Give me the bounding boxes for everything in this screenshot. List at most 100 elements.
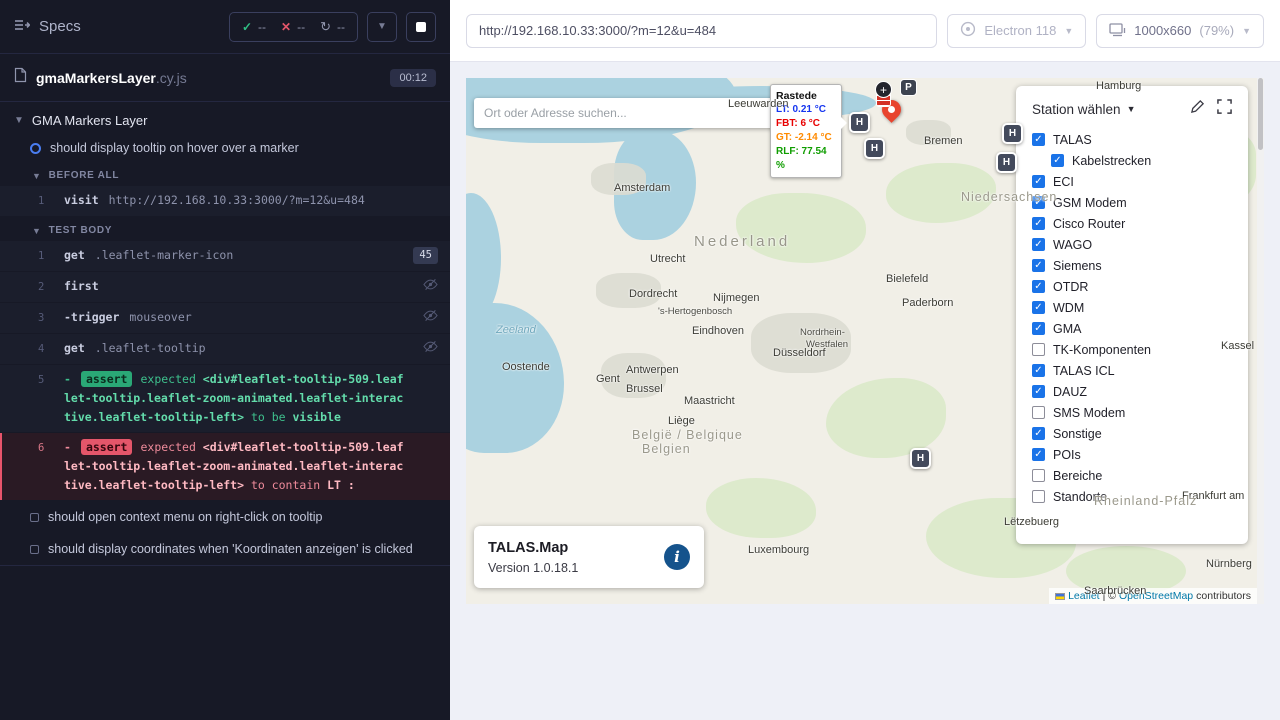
active-test-row[interactable]: should display tooltip on hover over a m… xyxy=(0,135,450,162)
spec-file-icon xyxy=(14,67,27,88)
station-marker[interactable]: H xyxy=(864,138,885,159)
command-row[interactable]: 5-assertexpected <div#leaflet-tooltip-50… xyxy=(0,365,450,432)
add-marker-icon[interactable]: + xyxy=(875,81,892,98)
app-scrollbar[interactable] xyxy=(1257,78,1264,604)
checkbox[interactable] xyxy=(1032,490,1045,503)
station-item[interactable]: TK-Komponenten xyxy=(1032,339,1232,360)
station-item[interactable]: ✓ WDM xyxy=(1032,297,1232,318)
attribution-separator: | © xyxy=(1103,590,1116,602)
command-text: get.leaflet-marker-icon xyxy=(64,246,408,266)
info-icon[interactable]: i xyxy=(664,544,690,570)
station-select-label[interactable]: Station wählen xyxy=(1032,102,1121,117)
viewport-size: 1000x660 xyxy=(1134,23,1191,38)
expand-icon[interactable] xyxy=(1217,99,1232,119)
assert-text: to contain xyxy=(244,478,327,492)
station-item[interactable]: ✓Sonstige xyxy=(1032,423,1232,444)
before-all-header[interactable]: ▼ BEFORE ALL xyxy=(0,162,450,186)
station-item[interactable]: ✓Siemens xyxy=(1032,255,1232,276)
stop-run-button[interactable] xyxy=(406,12,436,42)
collapse-button[interactable]: ▼ xyxy=(367,12,397,42)
suite-row[interactable]: ▼ GMA Markers Layer xyxy=(0,102,450,135)
station-label: GSM Modem xyxy=(1053,196,1127,210)
chevron-down-icon[interactable]: ▼ xyxy=(1127,104,1136,114)
station-item[interactable]: ✓ ECI xyxy=(1032,171,1232,192)
urban-shape xyxy=(751,313,851,373)
checkbox[interactable]: ✓ xyxy=(1032,301,1045,314)
station-item[interactable]: Standorte xyxy=(1032,486,1232,507)
caret-down-icon: ▼ xyxy=(32,171,42,181)
checkbox[interactable] xyxy=(1032,469,1045,482)
station-item[interactable]: ✓DAUZ xyxy=(1032,381,1232,402)
command-message: mouseover xyxy=(129,310,191,324)
checkbox[interactable]: ✓ xyxy=(1032,322,1045,335)
checkbox[interactable]: ✓ xyxy=(1032,133,1045,146)
command-text: first xyxy=(64,277,408,297)
command-row[interactable]: 1get.leaflet-marker-icon45 xyxy=(0,241,450,271)
checkbox[interactable]: ✓ xyxy=(1032,427,1045,440)
checkbox[interactable]: ✓ xyxy=(1032,448,1045,461)
delta-shape xyxy=(466,303,564,453)
test-body-header[interactable]: ▼ TEST BODY xyxy=(0,217,450,241)
map-search-input[interactable] xyxy=(474,98,776,128)
station-label: WDM xyxy=(1053,301,1084,315)
checkbox[interactable]: ✓ xyxy=(1032,385,1045,398)
station-item[interactable]: ✓POIs xyxy=(1032,444,1232,465)
checkbox[interactable]: ✓ xyxy=(1032,259,1045,272)
viewport-selector[interactable]: 1000x660 (79%) ▼ xyxy=(1096,14,1264,48)
command-method: visit xyxy=(64,193,99,207)
command-row[interactable]: 1visithttp://192.168.10.33:3000/?m=12&u=… xyxy=(0,186,450,216)
station-marker[interactable]: H xyxy=(1002,123,1023,144)
checkbox[interactable]: ✓ xyxy=(1032,196,1045,209)
command-row[interactable]: 6-assertexpected <div#leaflet-tooltip-50… xyxy=(0,433,450,500)
station-label: ECI xyxy=(1053,175,1074,189)
app-viewport: Rastede LT: 0.21 °CFBT: 6 °CGT: -2.14 °C… xyxy=(450,62,1280,720)
tooltip-values: LT: 0.21 °CFBT: 6 °CGT: -2.14 °CRLF: 77.… xyxy=(776,103,836,173)
station-item[interactable]: ✓WAGO xyxy=(1032,234,1232,255)
urban-shape xyxy=(591,163,646,195)
url-input[interactable] xyxy=(466,14,937,48)
station-marker[interactable]: H xyxy=(996,152,1017,173)
checkbox[interactable]: ✓ xyxy=(1032,280,1045,293)
station-label: TALAS ICL xyxy=(1053,364,1115,378)
station-marker[interactable]: H xyxy=(910,448,931,469)
app-version: Version 1.0.18.1 xyxy=(488,561,578,575)
station-marker[interactable]: H xyxy=(849,112,870,133)
station-item[interactable]: ✓GMA xyxy=(1032,318,1232,339)
checkbox[interactable]: ✓ xyxy=(1032,238,1045,251)
marker-tooltip[interactable]: Rastede LT: 0.21 °CFBT: 6 °CGT: -2.14 °C… xyxy=(770,84,842,178)
checkbox[interactable] xyxy=(1032,343,1045,356)
specs-menu-button[interactable]: Specs xyxy=(14,18,81,36)
command-row[interactable]: 2first xyxy=(0,272,450,302)
tooltip-title: Rastede xyxy=(776,89,836,103)
spec-extension: .cy.js xyxy=(156,70,187,86)
checkbox[interactable] xyxy=(1032,406,1045,419)
command-row[interactable]: 4get.leaflet-tooltip xyxy=(0,334,450,364)
osm-link[interactable]: OpenStreetMap xyxy=(1119,590,1193,602)
map-canvas[interactable]: Rastede LT: 0.21 °CFBT: 6 °CGT: -2.14 °C… xyxy=(466,78,1264,604)
station-item[interactable]: Bereiche xyxy=(1032,465,1232,486)
stop-icon xyxy=(416,22,426,32)
parking-marker[interactable]: P xyxy=(900,79,917,96)
tooltip-row: GT: -2.14 °C xyxy=(776,131,836,145)
station-item[interactable]: SMS Modem xyxy=(1032,402,1232,423)
browser-selector[interactable]: Electron 118 ▼ xyxy=(947,14,1086,48)
checkbox[interactable]: ✓ xyxy=(1032,364,1045,377)
spec-header: gmaMarkersLayer.cy.js 00:12 xyxy=(0,54,450,102)
station-item[interactable]: ✓Cisco Router xyxy=(1032,213,1232,234)
station-item[interactable]: ✓ GSM Modem xyxy=(1032,192,1232,213)
assert-text: to be xyxy=(244,410,292,424)
leaflet-link[interactable]: Leaflet xyxy=(1068,590,1100,602)
checkbox[interactable]: ✓ xyxy=(1051,154,1064,167)
command-row[interactable]: 3-triggermouseover xyxy=(0,303,450,333)
station-item[interactable]: ✓ TALAS ICL xyxy=(1032,360,1232,381)
checkbox[interactable]: ✓ xyxy=(1032,175,1045,188)
edit-pencil-icon[interactable] xyxy=(1190,99,1205,119)
station-item[interactable]: ✓Kabelstrecken xyxy=(1051,150,1232,171)
pending-test-row[interactable]: should open context menu on right-click … xyxy=(0,501,450,533)
station-item[interactable]: ✓TALAS xyxy=(1032,129,1232,150)
station-item[interactable]: ✓OTDR xyxy=(1032,276,1232,297)
pending-test-row[interactable]: should display coordinates when 'Koordin… xyxy=(0,533,450,565)
assert-text: expected xyxy=(140,372,202,386)
checkbox[interactable]: ✓ xyxy=(1032,217,1045,230)
scrollbar-thumb[interactable] xyxy=(1258,78,1263,150)
